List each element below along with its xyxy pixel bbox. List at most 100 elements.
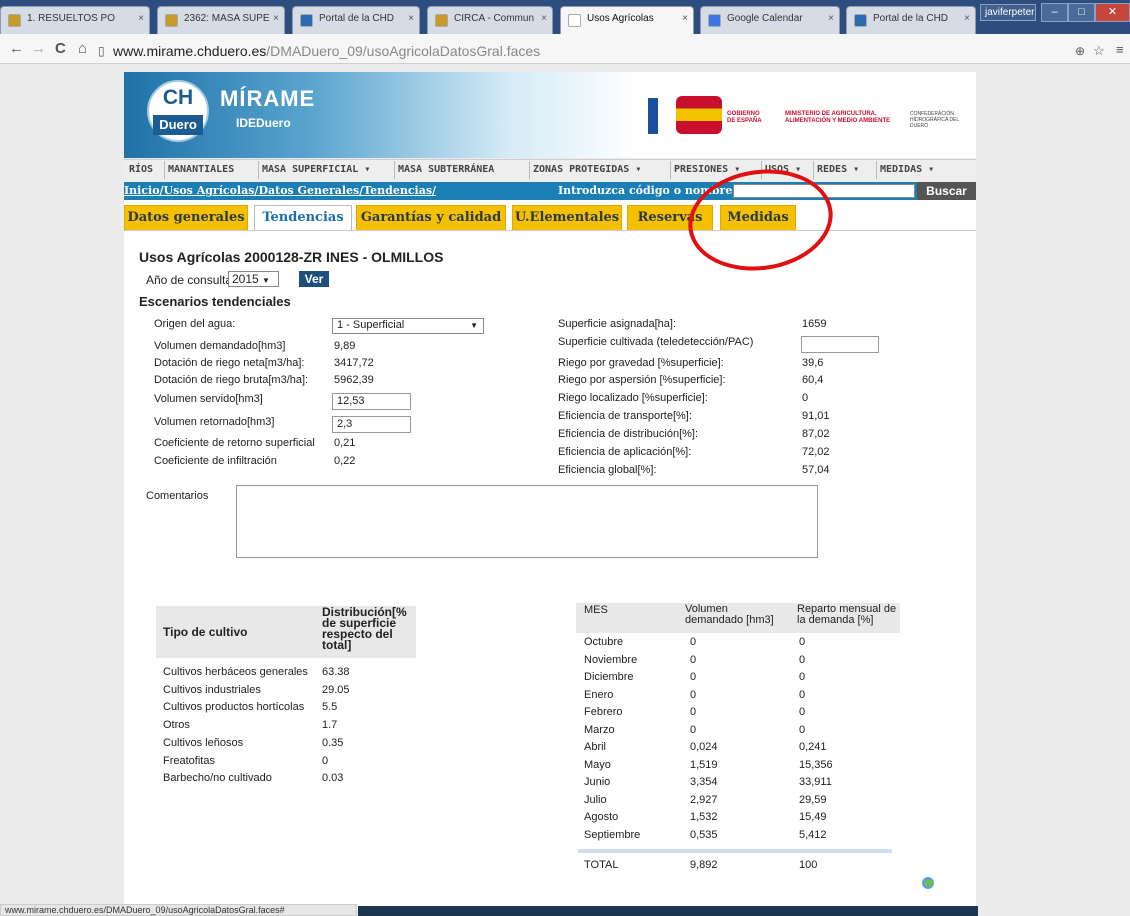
superficie-cultivada-input[interactable] [801, 336, 879, 353]
close-icon[interactable]: × [964, 13, 970, 24]
table-cell-mes: Marzo [584, 723, 615, 736]
ch-duero-logo[interactable]: CH Duero [147, 80, 209, 142]
circa-icon [435, 14, 448, 27]
field-value: 72,02 [802, 446, 830, 458]
field-label: Superficie asignada[ha]: [558, 318, 677, 330]
field-label: Dotación de riego bruta[m3/ha]: [154, 374, 309, 386]
table-cell-mes: Junio [584, 776, 611, 788]
table-cell-reparto: 5,412 [799, 828, 827, 841]
url-field[interactable]: www.mirame.chduero.es/DMADuero_09/usoAgr… [113, 43, 540, 59]
nav-divider [670, 161, 671, 179]
year-select[interactable]: 2015 ▼ [228, 271, 279, 287]
logo-ch-text: CH [162, 86, 194, 109]
nav-divider [164, 161, 165, 179]
nav-item[interactable]: ZONAS PROTEGIDAS ▾ [533, 164, 641, 175]
tab-u-elementales[interactable]: U.Elementales [512, 205, 622, 231]
field-input[interactable]: 12,53 [332, 393, 411, 410]
tab-datos-generales[interactable]: Datos generales [124, 205, 248, 231]
field-label: Riego por aspersión [%superficie]: [558, 374, 726, 386]
nav-item[interactable]: MASA SUPERFICIAL ▾ [262, 164, 370, 175]
minimize-button[interactable]: – [1041, 3, 1068, 22]
table-cell-volumen: 3,354 [690, 776, 718, 788]
menu-icon[interactable]: ≡ [1116, 41, 1124, 59]
nav-item[interactable]: REDES ▾ [817, 164, 859, 175]
table-cell-mes: Febrero [584, 706, 623, 718]
tab-garant-as-y-calidad[interactable]: Garantías y calidad [356, 205, 506, 231]
origen-select[interactable]: 1 - Superficial ▼ [332, 318, 484, 334]
table-cell-mes: Noviembre [584, 653, 638, 666]
field-value: 9,89 [334, 340, 356, 352]
tab-tendencias[interactable]: Tendencias [254, 205, 352, 231]
browser-tab-label: Portal de la CHD [319, 13, 395, 24]
field-value: 87,02 [802, 428, 830, 440]
year-value: 2015 [232, 272, 259, 286]
bookmark-star-icon[interactable]: ☆ [1093, 42, 1105, 60]
browser-tab[interactable]: 2362: MASA SUPE × [157, 6, 285, 34]
comments-textarea[interactable] [236, 485, 818, 558]
user-profile-button[interactable]: javiferpeter [980, 4, 1036, 21]
table-cell-reparto: 0 [799, 706, 806, 718]
search-button[interactable]: Buscar [917, 182, 976, 200]
mes-total-reparto: 100 [799, 859, 818, 871]
browser-tab-label: Google Calendar [727, 13, 803, 24]
table-cell-mes: Diciembre [584, 671, 634, 683]
page-footer [358, 906, 978, 916]
field-label: Origen del agua: [154, 318, 236, 330]
table-cell-mes: Mayo [584, 758, 611, 771]
breadcrumb[interactable]: Inicio/Usos Agrícolas/Datos Generales/Te… [124, 184, 436, 197]
table-cell-volumen: 0 [690, 723, 697, 736]
table-cell-distribucion: 29.05 [322, 683, 350, 696]
page-icon: ▯ [98, 44, 105, 58]
field-label: Volumen retornado[hm3] [154, 416, 275, 428]
browser-tab[interactable]: CIRCA - Commun × [427, 6, 553, 34]
close-icon[interactable]: × [408, 13, 414, 24]
nav-item[interactable]: MANANTIALES [168, 164, 234, 175]
nav-item[interactable]: MEDIDAS ▾ [880, 164, 934, 175]
reload-icon[interactable]: C [55, 40, 66, 58]
field-label: Dotación de riego neta[m3/ha]: [154, 357, 305, 369]
maximize-button[interactable]: □ [1068, 3, 1095, 22]
folder-icon [165, 14, 178, 27]
browser-tab[interactable]: Google Calendar × [700, 6, 840, 34]
field-value: 0,22 [334, 455, 356, 467]
table-cell-reparto: 29,59 [799, 793, 827, 806]
browser-tab[interactable]: Usos Agrícolas × [560, 6, 694, 34]
table-cell-mes: Enero [584, 688, 614, 701]
ver-button[interactable]: Ver [299, 271, 329, 287]
table-cell-volumen: 0,024 [690, 741, 718, 753]
forward-icon[interactable]: → [31, 40, 46, 58]
home-icon[interactable]: ⌂ [78, 40, 87, 58]
back-icon[interactable]: ← [9, 40, 24, 58]
table-cell-reparto: 0 [799, 688, 806, 701]
nav-item[interactable]: PRESIONES ▾ [674, 164, 740, 175]
field-input[interactable]: 2,3 [332, 416, 411, 433]
nav-divider [876, 161, 877, 179]
table-cell-mes: Agosto [584, 811, 619, 823]
field-label: Riego por gravedad [%superficie]: [558, 357, 724, 369]
browser-tab[interactable]: 1. RESUELTOS PO × [0, 6, 150, 34]
browser-tab[interactable]: Portal de la CHD × [846, 6, 976, 34]
field-label: Eficiencia global[%]: [558, 464, 657, 476]
nav-divider [813, 161, 814, 179]
nav-item[interactable]: MASA SUBTERRÁNEA [398, 164, 494, 175]
mes-header-reparto: Reparto mensual de la demanda [%] [797, 603, 897, 626]
zoom-icon[interactable]: ⊕ [1075, 42, 1085, 60]
cultivo-header-tipo: Tipo de cultivo [163, 625, 248, 639]
idedu-subtitle: IDEDuero [236, 116, 291, 130]
nav-item[interactable]: RÍOS [129, 164, 153, 175]
close-window-button[interactable]: ✕ [1095, 3, 1130, 22]
mes-table-separator [578, 849, 892, 853]
spain-crest-icon [676, 96, 722, 134]
table-cell-reparto: 0,241 [799, 741, 827, 753]
close-icon[interactable]: × [138, 13, 144, 24]
browser-tab[interactable]: Portal de la CHD × [292, 6, 420, 34]
close-icon[interactable]: × [828, 13, 834, 24]
table-cell-mes: Abril [584, 741, 607, 753]
section-title: Escenarios tendenciales [139, 294, 291, 309]
globe-icon[interactable] [919, 875, 939, 891]
close-icon[interactable]: × [541, 13, 547, 24]
content-panel [124, 230, 976, 910]
chd-icon [854, 14, 867, 27]
close-icon[interactable]: × [273, 13, 279, 24]
close-icon[interactable]: × [682, 13, 688, 24]
